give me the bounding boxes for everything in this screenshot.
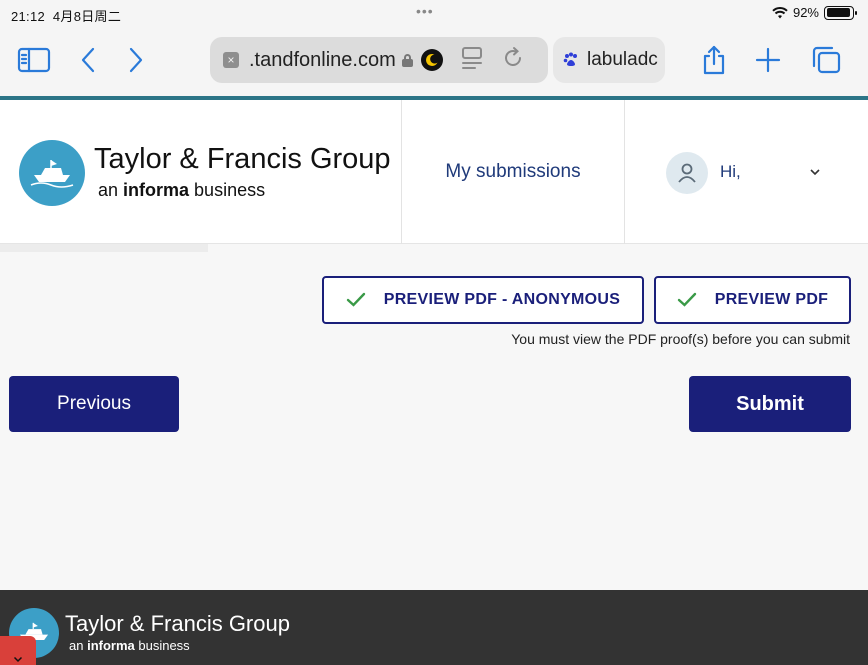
check-icon <box>677 292 696 307</box>
content-edge-strip <box>0 244 208 252</box>
sidebar-icon[interactable] <box>17 43 51 77</box>
lock-icon <box>401 53 413 67</box>
header-divider <box>624 100 625 244</box>
preview-pdf-anonymous-label: PREVIEW PDF - ANONYMOUS <box>383 291 621 308</box>
chevron-down-icon[interactable] <box>808 164 822 182</box>
submit-button[interactable]: Submit <box>689 376 851 432</box>
footer-logo-title: Taylor & Francis Group <box>65 611 290 636</box>
reader-mode-icon[interactable] <box>461 46 483 75</box>
site-footer: Taylor & Francis Group an informa busine… <box>0 590 868 665</box>
preview-pdf-label: PREVIEW PDF <box>714 291 829 308</box>
status-date: 4月8日周二 <box>52 9 122 24</box>
status-time: 21:12 4月8日周二 <box>11 9 122 24</box>
multitasking-dots[interactable]: ••• <box>416 3 434 19</box>
tab-label: labuladc <box>587 49 658 70</box>
preview-pdf-button[interactable]: PREVIEW PDF <box>654 276 851 324</box>
share-icon[interactable] <box>697 43 731 77</box>
previous-button[interactable]: Previous <box>9 376 179 432</box>
reload-icon[interactable] <box>501 46 525 75</box>
status-bar: 21:12 4月8日周二 ••• 92% <box>0 0 868 28</box>
check-icon <box>346 292 365 307</box>
user-greeting[interactable]: Hi, <box>720 162 741 182</box>
battery-level <box>826 8 850 17</box>
feedback-tab[interactable] <box>0 636 36 665</box>
address-bar[interactable]: × .tandfonline.com <box>210 37 548 83</box>
footer-logo-subtitle: an informa business <box>69 638 190 653</box>
site-header: Taylor & Francis Group an informa busine… <box>0 100 868 244</box>
battery-icon <box>824 5 857 20</box>
chevron-down-icon <box>13 656 23 663</box>
wifi-icon <box>772 6 788 18</box>
battery-percent: 92% <box>792 5 819 20</box>
logo-subtitle: an informa business <box>98 180 266 200</box>
dark-mode-moon-icon[interactable] <box>420 49 443 71</box>
tandf-logo-icon[interactable] <box>19 140 85 206</box>
tab-labuladong[interactable]: labuladc <box>553 37 665 83</box>
close-tab-icon[interactable]: × <box>223 52 239 68</box>
preview-pdf-anonymous-button[interactable]: PREVIEW PDF - ANONYMOUS <box>322 276 644 324</box>
baidu-paw-icon <box>563 52 579 68</box>
url-text[interactable]: .tandfonline.com <box>249 49 396 72</box>
back-icon[interactable] <box>72 43 106 77</box>
browser-toolbar: × .tandfonline.com labuladc <box>0 28 868 96</box>
logo-title: Taylor & Francis Group <box>94 143 391 175</box>
my-submissions-link[interactable]: My submissions <box>402 100 624 244</box>
pdf-proof-hint: You must view the PDF proof(s) before yo… <box>511 331 850 347</box>
new-tab-plus-icon[interactable] <box>751 43 785 77</box>
forward-icon[interactable] <box>118 43 152 77</box>
user-avatar-icon[interactable] <box>666 152 708 194</box>
status-indicators: 92% <box>772 5 857 20</box>
tabs-overview-icon[interactable] <box>809 43 843 77</box>
